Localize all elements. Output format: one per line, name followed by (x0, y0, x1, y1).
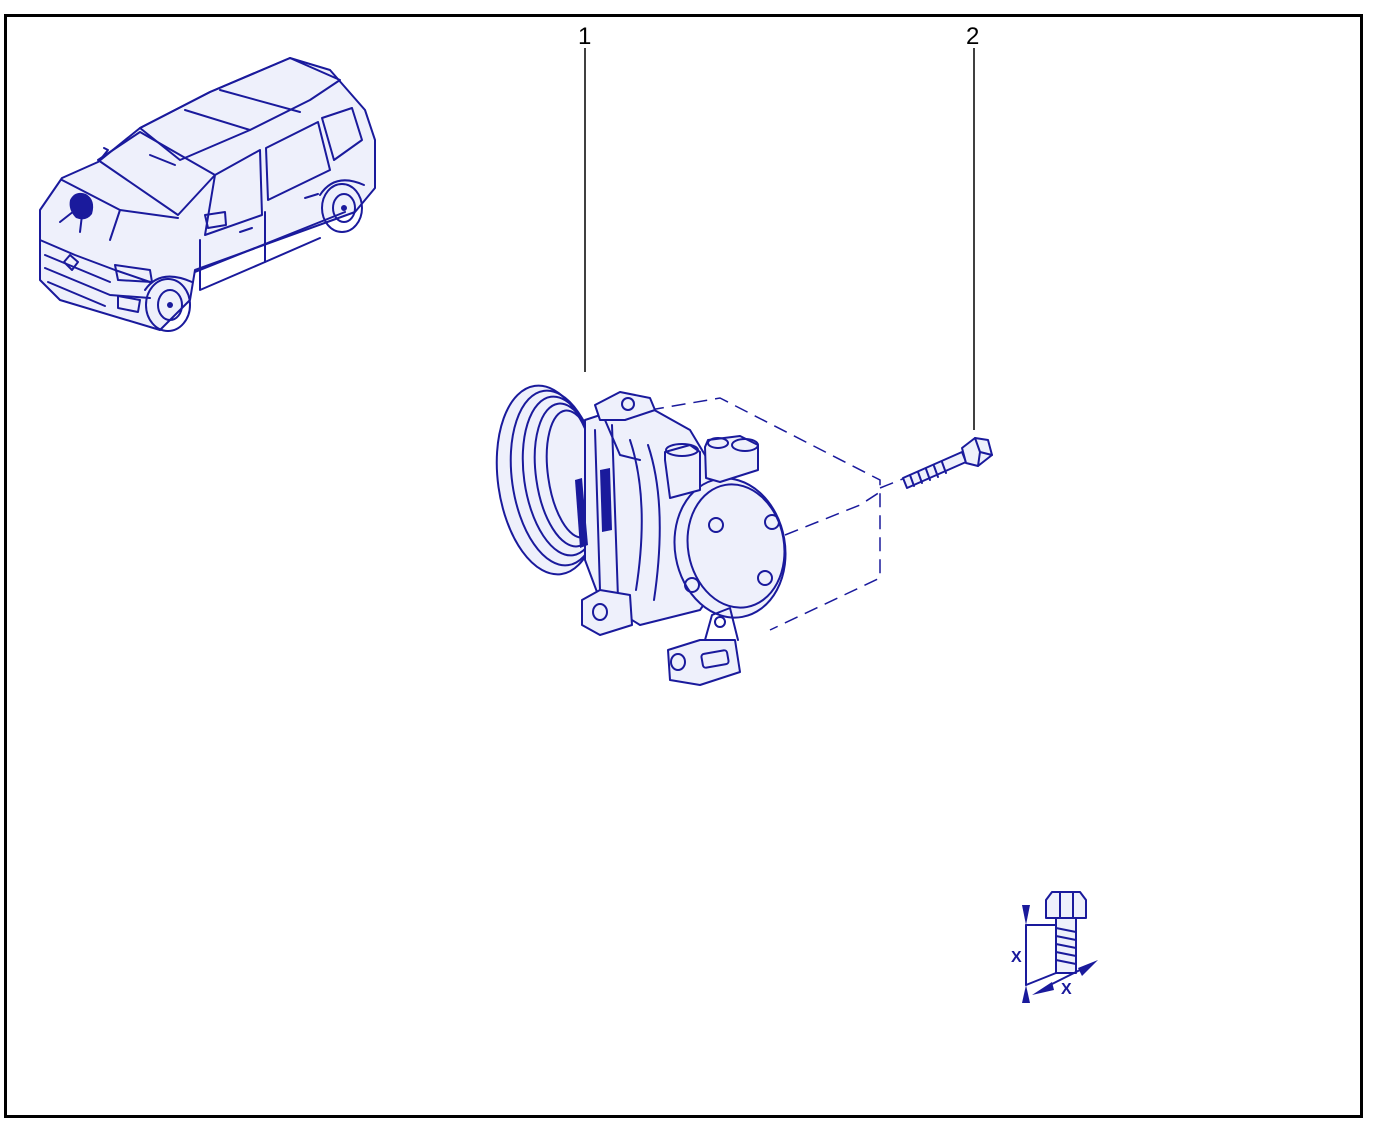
dimension-arrow-right-icon (1078, 960, 1098, 976)
dimension-arrow-top-icon (1022, 905, 1030, 925)
torque-dimension-symbol: X X (1011, 891, 1098, 1003)
callout-1: 1 (578, 23, 591, 372)
callout-1-label: 1 (578, 23, 591, 50)
vehicle-locator-illustration (39, 57, 376, 332)
ac-compressor-part-1 (495, 384, 906, 686)
callout-2-label: 2 (966, 23, 979, 50)
dimension-label-vertical: X (1011, 949, 1022, 966)
dimension-arrow-bottom-icon (1022, 985, 1030, 1003)
callout-2: 2 (966, 23, 979, 430)
bolt-part-2 (902, 437, 993, 489)
exploded-parts-diagram: 1 2 X X (39, 23, 1098, 1003)
dimension-label-horizontal: X (1061, 981, 1072, 998)
dimension-arrow-left-icon (1032, 982, 1054, 995)
